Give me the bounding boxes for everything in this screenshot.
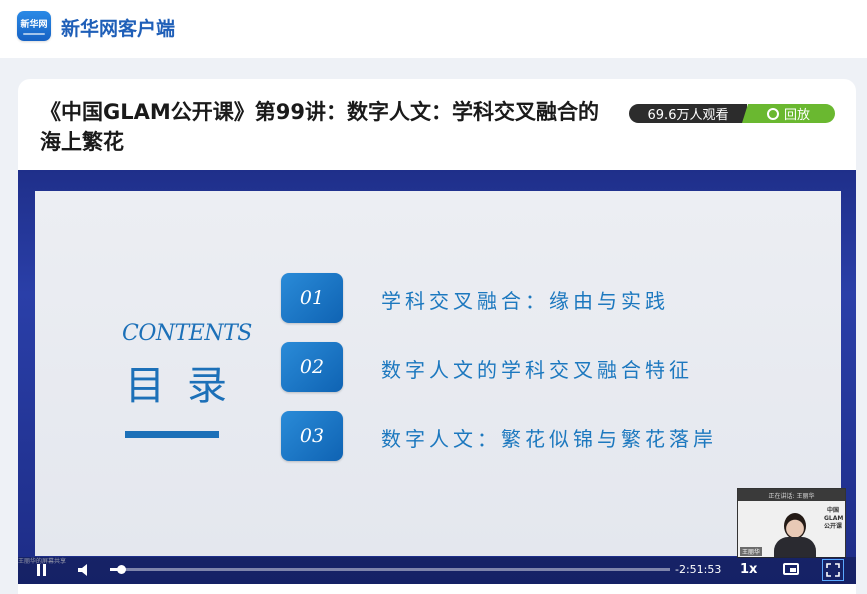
replay-label: 回放 <box>783 108 810 123</box>
video-player[interactable]: CONTENTS 目录 01 学科交叉融合：缘由与实践 02 数字人文的学科交叉… <box>18 170 856 584</box>
toc-text: 学科交叉融合：缘由与实践 <box>381 289 669 313</box>
playback-speed-button[interactable]: 1x <box>740 562 757 577</box>
toc-text: 数字人文：繁花似锦与繁花落岸 <box>381 427 717 451</box>
picture-in-picture-icon[interactable] <box>783 563 799 575</box>
progress-bar[interactable] <box>110 565 670 574</box>
fullscreen-icon <box>826 563 840 577</box>
contents-label: CONTENTS <box>122 321 252 346</box>
fullscreen-button[interactable] <box>822 559 844 581</box>
slide: CONTENTS 目录 01 学科交叉融合：缘由与实践 02 数字人文的学科交叉… <box>35 191 841 556</box>
toc-number: 02 <box>281 342 343 392</box>
replay-badge[interactable]: 回放 <box>742 104 835 123</box>
player-controls: -2:51:53 1x <box>18 557 856 584</box>
xinhua-logo-icon[interactable]: 新华网 <box>17 11 51 41</box>
app-name[interactable]: 新华网客户端 <box>61 14 175 41</box>
pip-speaking-label: 正在讲话: 王丽华 <box>738 489 845 501</box>
live-title: 《中国GLAM公开课》第99讲：数字人文：学科交叉融合的海上繁花 <box>40 100 599 154</box>
toc-underline <box>125 431 219 438</box>
pip-name-label: 王丽华 <box>740 547 763 556</box>
time-remaining: -2:51:53 <box>675 563 722 576</box>
viewer-count-badge: 69.6万人观看 <box>629 104 747 123</box>
toc-title: 目录 <box>125 363 249 409</box>
pause-icon[interactable] <box>36 564 48 576</box>
toc-item: 02 数字人文的学科交叉融合特征 <box>281 342 821 392</box>
speaker-pip-video[interactable]: 正在讲话: 王丽华 中国GLAM公开课 王丽华 <box>737 488 846 558</box>
replay-circle-icon <box>766 107 779 120</box>
volume-icon[interactable] <box>78 564 92 576</box>
bottom-strip <box>18 584 856 594</box>
pip-side-text: 中国GLAM公开课 <box>824 507 844 530</box>
toc-item: 03 数字人文：繁花似锦与繁花落岸 <box>281 411 821 461</box>
progress-knob[interactable] <box>117 565 127 574</box>
toc-number: 03 <box>281 411 343 461</box>
toc-item: 01 学科交叉融合：缘由与实践 <box>281 273 821 323</box>
logo-text: 新华网 <box>20 19 48 30</box>
speaker-avatar <box>772 513 818 557</box>
toc-number: 01 <box>281 273 343 323</box>
toc-text: 数字人文的学科交叉融合特征 <box>381 358 693 382</box>
app-header: 新华网 新华网客户端 <box>0 0 867 58</box>
